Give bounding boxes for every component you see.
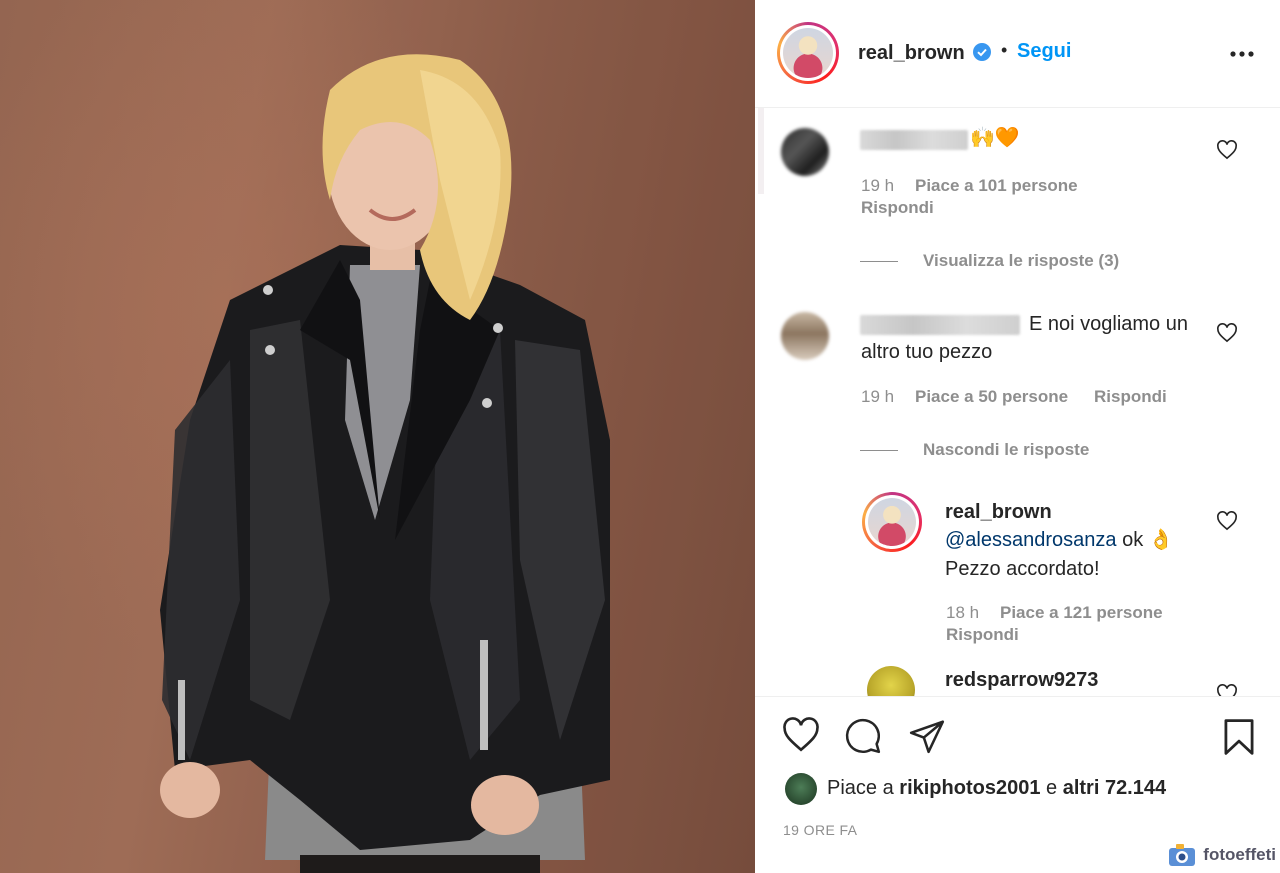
- hide-replies-button[interactable]: Nascondi le risposte: [923, 440, 1089, 460]
- liker-username[interactable]: rikiphotos2001: [899, 777, 1040, 799]
- reply-mention[interactable]: @alessandrosanza: [945, 529, 1117, 551]
- camera-logo-icon: [1169, 844, 1196, 866]
- view-replies-button[interactable]: Visualizza le risposte (3): [923, 251, 1119, 271]
- watermark: fotoeffeti: [1167, 841, 1276, 869]
- likes-others-count[interactable]: altri 72.144: [1063, 777, 1166, 799]
- post-header: real_brown • Segui: [755, 0, 1280, 108]
- reply-button[interactable]: Rispondi: [1094, 387, 1167, 406]
- photo-illustration: [0, 0, 755, 873]
- reply-text-line1: @alessandrosanza ok 👌: [945, 526, 1174, 554]
- comment-like-heart-icon[interactable]: [1216, 684, 1238, 696]
- watermark-text: fotoeffeti: [1203, 845, 1276, 864]
- verified-badge-icon: [973, 43, 991, 61]
- scroll-indicator: [758, 108, 764, 194]
- comment-like-heart-icon[interactable]: [1216, 140, 1238, 160]
- reply-text-line2: Pezzo accordato!: [945, 558, 1100, 580]
- paper-plane-icon[interactable]: [907, 717, 947, 755]
- commenter-username[interactable]: redsparrow9273: [945, 666, 1098, 694]
- comment-text: 🙌🧡: [970, 127, 1020, 149]
- follow-button[interactable]: Segui: [1017, 40, 1071, 63]
- likes-connector: e: [1046, 777, 1058, 799]
- likes-summary-text: Piace a rikiphotos2001 e altri 72.144: [827, 777, 1166, 800]
- comment-time[interactable]: 19 h: [861, 387, 894, 407]
- comments-list[interactable]: 🙌🧡 19 h Piace a 101 persone Rispondi Vis…: [755, 108, 1280, 696]
- separator-dot: •: [1001, 40, 1008, 60]
- comment-icon[interactable]: [843, 717, 883, 755]
- more-options-icon[interactable]: [1229, 44, 1255, 64]
- post-sidebar: real_brown • Segui 🙌🧡 19 h Piace a 101 p…: [755, 0, 1280, 873]
- replies-divider-line: [860, 450, 898, 451]
- author-avatar[interactable]: [777, 22, 839, 84]
- reply-button[interactable]: Rispondi: [946, 625, 1019, 644]
- commenter-avatar[interactable]: [867, 666, 915, 696]
- comment-like-heart-icon[interactable]: [1216, 323, 1238, 343]
- commenter-avatar[interactable]: [781, 128, 829, 176]
- reply-time[interactable]: 18 h: [946, 603, 979, 623]
- comment-time[interactable]: 19 h: [861, 176, 894, 196]
- author-username[interactable]: real_brown: [858, 42, 965, 65]
- bookmark-icon[interactable]: [1221, 717, 1257, 757]
- reply-likes-count[interactable]: Piace a 121 persone: [1000, 603, 1163, 622]
- liker-avatar[interactable]: [785, 773, 817, 805]
- comment-likes-count[interactable]: Piace a 50 persone: [915, 387, 1068, 406]
- replies-divider-line: [860, 261, 898, 262]
- post-photo[interactable]: [0, 0, 755, 873]
- comment-like-heart-icon[interactable]: [1216, 511, 1238, 531]
- comment-text: E noi vogliamo un altro tuo pezzo: [861, 313, 1188, 363]
- post-timestamp[interactable]: 19 ORE FA: [783, 822, 857, 838]
- reply-username[interactable]: real_brown: [945, 498, 1052, 526]
- heart-icon[interactable]: [781, 717, 821, 753]
- reply-text: ok 👌: [1122, 529, 1174, 551]
- commenter-username-blurred[interactable]: [860, 130, 968, 150]
- reply-author-avatar[interactable]: [862, 492, 922, 552]
- comment-likes-count[interactable]: Piace a 101 persone: [915, 176, 1078, 195]
- likes-prefix: Piace a: [827, 777, 894, 799]
- reply-button[interactable]: Rispondi: [861, 198, 934, 217]
- commenter-avatar[interactable]: [781, 312, 829, 360]
- post-actions: Piace a rikiphotos2001 e altri 72.144 19…: [755, 696, 1280, 873]
